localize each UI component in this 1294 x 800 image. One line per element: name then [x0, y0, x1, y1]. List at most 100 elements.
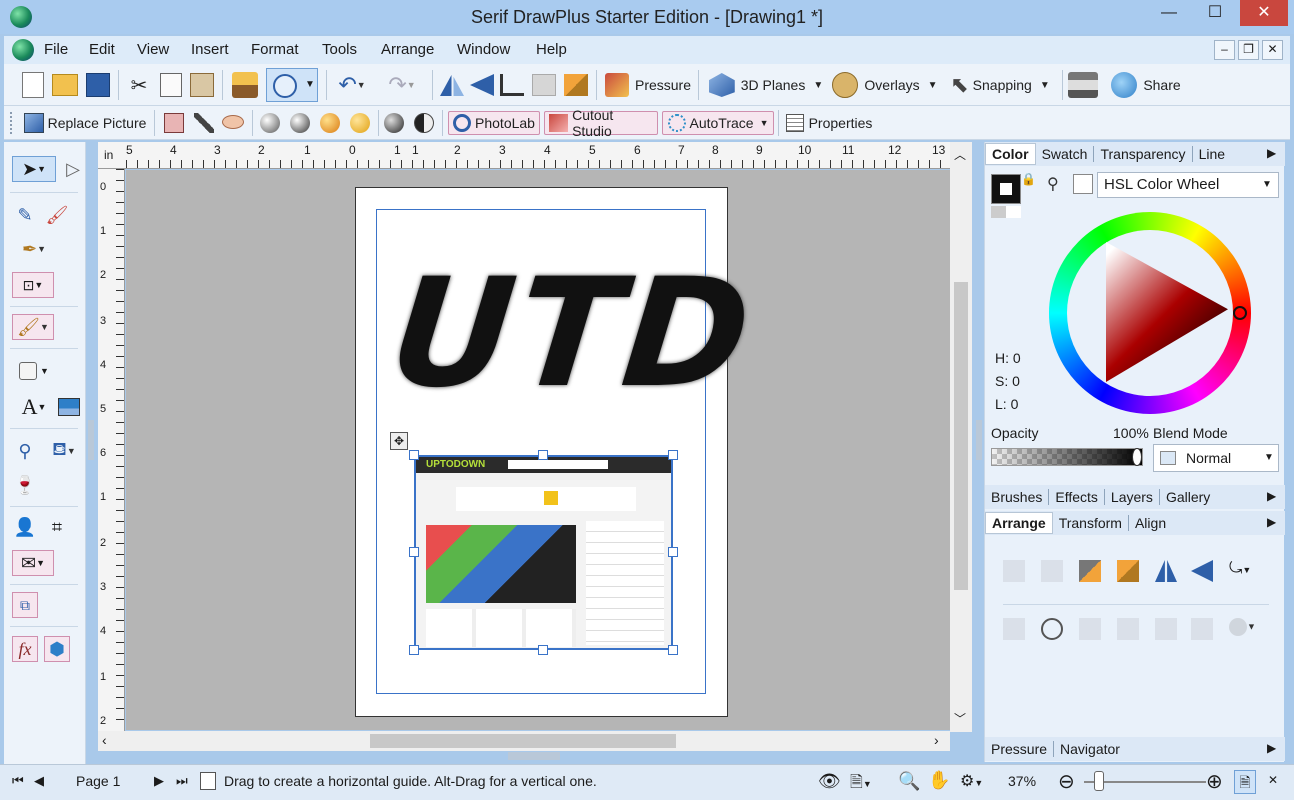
menu-format[interactable]: Format [245, 36, 305, 64]
move-handle-icon[interactable]: ✥ [390, 432, 408, 450]
flip-h-icon[interactable] [1155, 560, 1177, 582]
tab-line[interactable]: Line [1193, 146, 1231, 162]
eye-icon[interactable]: 👁 [818, 771, 841, 792]
auto-level-icon[interactable] [320, 113, 340, 133]
more-combine-icon[interactable]: ▼ [1229, 618, 1259, 640]
opacity-slider[interactable] [991, 448, 1143, 466]
intersect-icon[interactable] [1155, 618, 1177, 640]
scroll-up-icon[interactable]: ︿ [954, 146, 966, 163]
zoom-level[interactable]: 37% [1008, 773, 1036, 789]
cutout-studio-button[interactable]: Cutout Studio [544, 107, 658, 139]
properties-button[interactable]: Properties [782, 110, 876, 136]
rotate-menu-icon[interactable]: ⤿▼ [1229, 560, 1259, 582]
mdi-close-button[interactable]: ✕ [1262, 40, 1283, 60]
exclude-icon[interactable] [1191, 618, 1213, 640]
bottom-collapse-handle[interactable] [508, 752, 560, 760]
pen-tool[interactable]: ✒ ▼ [12, 236, 56, 262]
new-icon[interactable] [22, 72, 44, 98]
next-page-icon[interactable]: ▶ [154, 773, 164, 789]
overlays-button[interactable]: Overlays ▼ [830, 70, 940, 100]
tab-arrange[interactable]: Arrange [985, 512, 1053, 534]
shape-tool[interactable]: ▼ [12, 358, 56, 384]
close-button[interactable]: ✕ [1240, 0, 1288, 26]
last-page-icon[interactable]: ⏭ [176, 773, 188, 789]
zoom-in-icon[interactable]: ⊕ [1206, 769, 1223, 794]
drawing-canvas[interactable]: UTD ✥ UPTODOWN [126, 170, 950, 730]
panel-menu-icon[interactable]: ▶ [1267, 515, 1276, 529]
lock-icon[interactable]: 🔒 [1021, 172, 1036, 186]
horizontal-scrollbar[interactable]: ‹ › [98, 731, 950, 751]
group-icon[interactable] [1003, 618, 1025, 640]
pressure-button[interactable]: Pressure [602, 70, 694, 100]
scroll-thumb[interactable] [370, 734, 676, 748]
zoom-out-icon[interactable]: ⊖ [1058, 769, 1075, 794]
brightness-icon[interactable] [260, 113, 280, 133]
mdi-minimize-button[interactable]: – [1214, 40, 1235, 60]
undo-icon[interactable]: ↶ ▼ [332, 72, 372, 98]
menu-tools[interactable]: Tools [316, 36, 363, 64]
resize-handle[interactable] [409, 547, 419, 557]
tab-color[interactable]: Color [985, 143, 1036, 165]
auto-contrast-icon[interactable] [350, 113, 370, 133]
flip-vertical-icon[interactable] [470, 74, 494, 96]
pencil-tool[interactable]: ✎ [12, 202, 38, 228]
color-mode-select[interactable]: HSL Color Wheel ▼ [1097, 172, 1279, 198]
opacity-thumb[interactable] [1132, 448, 1142, 466]
menu-file[interactable]: File [38, 36, 74, 64]
first-page-icon[interactable]: ⏮ [12, 773, 24, 789]
eyedropper-icon[interactable] [194, 113, 214, 133]
tab-pressure[interactable]: Pressure [985, 741, 1055, 757]
zoom-menu-icon[interactable]: ⚙▼ [960, 771, 983, 791]
replace-picture-button[interactable]: Replace Picture [22, 110, 148, 136]
document-icon[interactable] [12, 39, 34, 61]
user-tool[interactable]: 👤 [12, 514, 38, 540]
black-white-icon[interactable] [414, 113, 434, 133]
crop-tool[interactable]: ⌗ [44, 514, 70, 540]
hue-wheel[interactable] [1049, 212, 1251, 414]
swap-colors-icon[interactable] [991, 206, 1021, 218]
resize-handle[interactable] [668, 450, 678, 460]
minimize-button[interactable]: — [1146, 0, 1192, 26]
tab-effects[interactable]: Effects [1049, 489, 1105, 505]
page-indicator[interactable]: Page 1 [76, 773, 120, 789]
snapping-button[interactable]: ⬉ Snapping ▼ [942, 70, 1058, 100]
color-preview[interactable] [1073, 174, 1093, 194]
effects-tool[interactable]: fx [12, 636, 38, 662]
tab-transparency[interactable]: Transparency [1094, 146, 1193, 162]
tab-layers[interactable]: Layers [1105, 489, 1160, 505]
redo-icon[interactable]: ↷ ▼ [382, 72, 422, 98]
blend-tool[interactable]: ⧉ [12, 592, 38, 618]
menu-window[interactable]: Window [451, 36, 516, 64]
connector-tool[interactable]: ⊡ ▼ [12, 272, 54, 298]
resize-handle[interactable] [409, 450, 419, 460]
pointer-tool[interactable]: ➤ ▼ [12, 156, 56, 182]
cut-icon[interactable]: ✂ [126, 73, 152, 97]
node-tool[interactable]: ▷ [60, 156, 86, 182]
join-icon[interactable] [1041, 618, 1063, 640]
blend-mode-select[interactable]: Normal ▼ [1153, 444, 1279, 472]
forward-one-icon[interactable] [1079, 560, 1101, 582]
share-button[interactable]: Share [1106, 70, 1186, 100]
tab-navigator[interactable]: Navigator [1054, 741, 1126, 757]
zoom-slider-thumb[interactable] [1094, 771, 1104, 791]
bring-front-icon[interactable] [1003, 560, 1025, 582]
add-icon[interactable] [1079, 618, 1101, 640]
fit-page-icon[interactable]: 🗎 [1234, 770, 1256, 794]
maximize-button[interactable]: ☐ [1192, 0, 1238, 26]
menu-arrange[interactable]: Arrange [375, 36, 440, 64]
open-icon[interactable] [52, 74, 78, 96]
tab-gallery[interactable]: Gallery [1160, 489, 1216, 505]
resize-handle[interactable] [538, 645, 548, 655]
fill-tool[interactable]: ⛾ ▼ [44, 438, 84, 464]
page-view-icon[interactable]: 🗎▼ [850, 771, 872, 798]
resize-handle[interactable] [538, 450, 548, 460]
vertical-ruler[interactable]: 0 1 2 3 4 5 6 1 2 3 4 1 2 [98, 169, 125, 731]
drawing-page[interactable]: UTD ✥ UPTODOWN [355, 187, 762, 717]
print-icon[interactable] [1068, 72, 1098, 98]
tab-transform[interactable]: Transform [1053, 515, 1129, 531]
crop-picture-icon[interactable] [164, 113, 184, 133]
resize-handle[interactable] [409, 645, 419, 655]
order-back-icon[interactable] [532, 74, 556, 96]
resize-handle[interactable] [668, 645, 678, 655]
scroll-thumb[interactable] [954, 282, 968, 590]
